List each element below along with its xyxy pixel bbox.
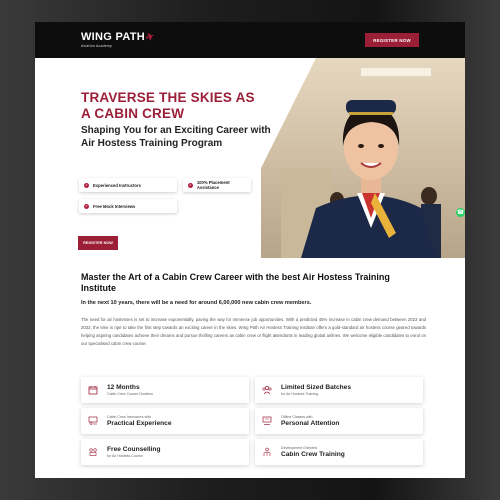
hero-register-button[interactable]: REGISTER NOW xyxy=(78,236,118,250)
classroom-icon xyxy=(261,416,273,426)
feature-card-training: Development Oriented Cabin Crew Training xyxy=(255,439,423,465)
hero-subtitle: Shaping You for an Exciting Career with … xyxy=(81,125,271,149)
card-heading: Cabin Crew Training xyxy=(281,451,345,458)
lead-text: In the next 10 years, there will be a ne… xyxy=(81,300,312,306)
instructor-icon xyxy=(87,416,99,426)
card-caption: for Air Hostess Course xyxy=(107,454,143,458)
logo-text: WING PATH xyxy=(81,31,146,43)
card-caption: Offline Classes with xyxy=(281,415,313,419)
whatsapp-icon[interactable]: ☎ xyxy=(456,208,465,217)
cabin-crew-hero-image xyxy=(261,58,465,258)
feature-pill-mock-interviews: ✓ Free Mock Interviews xyxy=(79,199,177,213)
group-icon xyxy=(261,385,273,395)
card-heading: Free Counselling xyxy=(107,446,161,453)
card-caption: Cabin Crew Instructors with xyxy=(107,415,151,419)
card-heading: Personal Attention xyxy=(281,420,340,427)
feature-label: 100% Placement Assistance xyxy=(196,180,230,190)
counselling-icon xyxy=(87,447,99,457)
check-icon: ✓ xyxy=(84,203,89,209)
card-caption: Development Oriented xyxy=(281,446,317,450)
hero-title: TRAVERSE THE SKIES AS A CABIN CREW xyxy=(81,90,255,121)
card-caption: for Air Hostess Training xyxy=(281,392,319,396)
feature-card-duration: 12 Months Cabin Crew Course Duration xyxy=(81,377,249,403)
hero-section: TRAVERSE THE SKIES AS A CABIN CREW Shapi… xyxy=(35,58,465,258)
feature-card-offline-classes: Offline Classes with Personal Attention xyxy=(255,408,423,434)
feature-card-counselling: Free Counselling for Air Hostess Course xyxy=(81,439,249,465)
top-navbar: WING PATH ✈ Aviation Academy REGISTER NO… xyxy=(35,22,465,58)
page-frame: WING PATH ✈ Aviation Academy REGISTER NO… xyxy=(35,22,465,478)
plane-icon: ✈ xyxy=(144,30,157,44)
feature-pill-instructors: ✓ Experienced Instructors xyxy=(79,178,177,192)
card-caption: Cabin Crew Course Duration xyxy=(107,392,153,396)
description-paragraph: The need for air hostesses is set to inc… xyxy=(81,317,426,346)
feature-label: Free Mock Interviews xyxy=(93,203,136,209)
feature-card-instructors: Cabin Crew Instructors with Practical Ex… xyxy=(81,408,249,434)
calendar-icon xyxy=(87,385,99,395)
feature-pill-placement: ✓ 100% Placement Assistance xyxy=(183,178,251,192)
logo-subtitle: Aviation Academy xyxy=(81,44,112,48)
section-title: Master the Art of a Cabin Crew Career wi… xyxy=(81,272,390,293)
feature-label: Experienced Instructors xyxy=(93,182,141,188)
check-icon: ✓ xyxy=(84,182,89,188)
register-now-button[interactable]: REGISTER NOW xyxy=(365,33,419,47)
training-icon xyxy=(261,447,273,457)
card-heading: Practical Experience xyxy=(107,420,172,427)
check-icon: ✓ xyxy=(188,182,193,188)
site-logo[interactable]: WING PATH ✈ Aviation Academy xyxy=(81,30,157,48)
card-heading: 12 Months xyxy=(107,384,140,391)
card-heading: Limited Sized Batches xyxy=(281,384,351,391)
feature-card-batches: Limited Sized Batches for Air Hostess Tr… xyxy=(255,377,423,403)
